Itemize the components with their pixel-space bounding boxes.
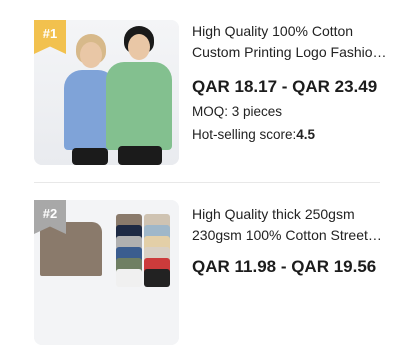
product-card-2[interactable]: #2 High Quality thick 250gsm 230gsm 100%… — [0, 200, 414, 345]
model-pants — [118, 146, 162, 165]
product-title[interactable]: High Quality 100% Cotton Custom Printing… — [192, 21, 392, 63]
card-divider — [34, 182, 380, 183]
model-pants — [72, 148, 108, 165]
model-head — [80, 42, 102, 68]
product-price: QAR 11.98 - QAR 19.56 — [192, 257, 377, 276]
score-label: Hot-selling score: — [192, 127, 297, 142]
product-title[interactable]: High Quality thick 250gsm 230gsm 100% Co… — [192, 204, 392, 246]
model-head — [128, 34, 150, 60]
large-tshirt — [40, 222, 102, 276]
product-title-line: High Quality thick 250gsm — [192, 206, 355, 222]
product-title-line: Custom Printing Logo Fashio… — [192, 44, 387, 60]
product-moq: MOQ: 3 pieces — [192, 104, 283, 119]
hot-selling-score: Hot-selling score:4.5 — [192, 127, 315, 142]
product-price: QAR 18.17 - QAR 23.49 — [192, 77, 378, 96]
score-value: 4.5 — [296, 127, 316, 142]
product-title-line: High Quality 100% Cotton — [192, 23, 354, 39]
product-title-line: 230gsm 100% Cotton Street… — [192, 227, 382, 243]
tshirt-swatch — [144, 269, 170, 287]
product-card-1[interactable]: #1 High Quality 100% Cotton Custom Print… — [0, 0, 414, 180]
green-tshirt — [106, 62, 172, 150]
tshirt-swatch — [116, 269, 142, 287]
